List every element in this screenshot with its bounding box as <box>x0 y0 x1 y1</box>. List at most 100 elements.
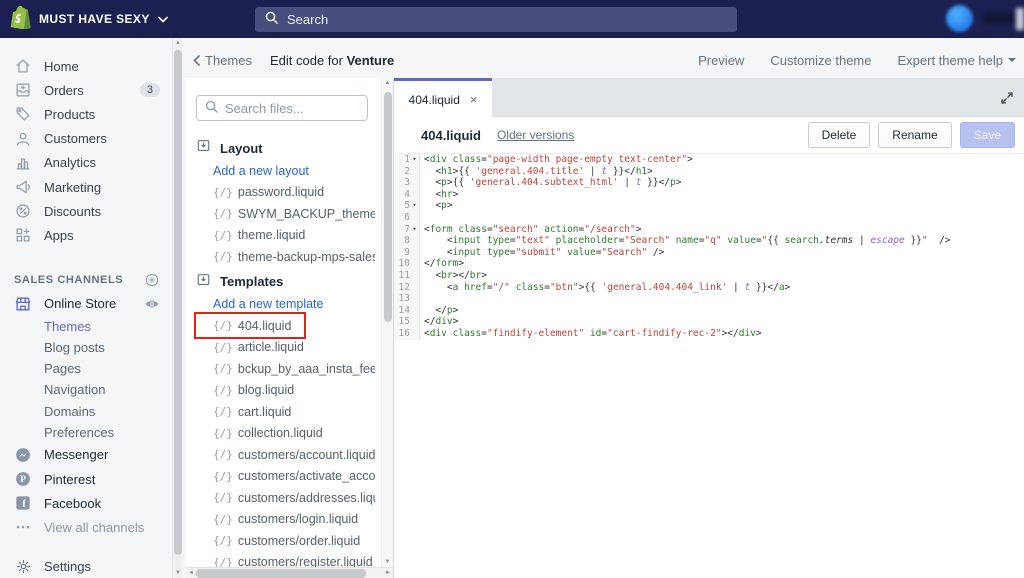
file-bckup-by-aaa-insta-feed-inde[interactable]: {/}bckup_by_aaa_insta_feed_inde <box>186 358 381 380</box>
file-customers-activate-account-liq[interactable]: {/}customers/activate_account.liq <box>186 466 381 488</box>
rename-button[interactable]: Rename <box>878 122 951 148</box>
sidebar-scroll-thumb[interactable] <box>174 50 182 555</box>
file-scroll-thumb[interactable] <box>384 92 392 322</box>
code-line-1[interactable]: <div class="page-width page-empty text-c… <box>420 154 1024 166</box>
file-password-liquid[interactable]: {/}password.liquid <box>186 182 381 204</box>
line-number: 9 <box>394 247 419 259</box>
expand-editor-icon[interactable] <box>998 89 1016 107</box>
sidebar-item-analytics[interactable]: Analytics <box>0 151 172 175</box>
file-name: customers/addresses.liquid <box>238 491 375 505</box>
sidebar-item-discounts[interactable]: Discounts <box>0 199 172 223</box>
file-name: bckup_by_aaa_insta_feed_inde <box>238 362 375 376</box>
delete-button[interactable]: Delete <box>808 122 871 148</box>
sidebar-item-home[interactable]: Home <box>0 54 172 78</box>
code-line-14[interactable]: </p> <box>420 305 1024 317</box>
older-versions-link[interactable]: Older versions <box>497 128 574 142</box>
code-line-11[interactable]: <br></br> <box>420 270 1024 282</box>
code-line-6[interactable] <box>420 212 1024 224</box>
store-switcher[interactable]: MUST HAVE SEXY <box>10 0 168 38</box>
sidebar-item-settings[interactable]: Settings <box>0 554 172 578</box>
code-line-4[interactable]: <hr> <box>420 189 1024 201</box>
code-line-3[interactable]: <p>{{ 'general.404.subtext_html' | t }}<… <box>420 177 1024 189</box>
user-avatar[interactable] <box>946 5 973 32</box>
sidebar-item-pages[interactable]: Pages <box>0 358 172 379</box>
sidebar-scrollbar[interactable]: ▲ ▼ <box>172 38 182 578</box>
sidebar-item-online-store[interactable]: Online Store <box>0 292 172 316</box>
sidebar-item-marketing[interactable]: Marketing <box>0 175 172 199</box>
code-line-16[interactable]: <div class="findify-element" id="cart-fi… <box>420 328 1024 340</box>
liquid-file-icon: {/} <box>213 491 233 504</box>
scroll-right-icon[interactable]: ► <box>383 568 393 578</box>
chevron-left-icon <box>193 55 200 66</box>
code-line-10[interactable]: </form> <box>420 258 1024 270</box>
sidebar-item-facebook[interactable]: fFacebook <box>0 491 172 515</box>
preview-button[interactable]: Preview <box>698 53 744 68</box>
file-list-hscrollbar[interactable]: ◄ ► <box>186 567 393 578</box>
file-customers-addresses-liquid[interactable]: {/} customers/addresses.liquid <box>186 487 381 509</box>
file-swym-backup-theme-liquid[interactable]: {/}SWYM_BACKUP_theme.liquid <box>186 203 381 225</box>
file-cart-liquid[interactable]: {/}cart.liquid <box>186 401 381 423</box>
code-line-12[interactable]: <a href="/" class="btn">{{ 'general.404.… <box>420 282 1024 294</box>
add-a-new-template-link[interactable]: Add a new template <box>186 294 381 316</box>
scroll-down-icon[interactable]: ▼ <box>382 559 393 565</box>
file-customers-login-liquid[interactable]: {/}customers/login.liquid <box>186 509 381 531</box>
scroll-up-icon[interactable]: ▲ <box>382 80 393 86</box>
file-search-input[interactable]: Search files... <box>196 95 368 121</box>
code-area[interactable]: 1▾2345▾67▾8910111213141516 <div class="p… <box>394 154 1024 340</box>
eye-icon[interactable] <box>144 296 160 312</box>
tab-404-liquid[interactable]: 404.liquid × <box>394 78 492 118</box>
sidebar-item-themes[interactable]: Themes <box>0 316 172 337</box>
fold-slot <box>410 189 419 201</box>
sidebar-item-preferences[interactable]: Preferences <box>0 422 172 443</box>
file-404-liquid[interactable]: {/}404.liquid <box>186 315 381 337</box>
file-list-scrollbar[interactable]: ▲ ▼ <box>381 78 393 567</box>
fold-arrow-icon[interactable]: ▾ <box>410 154 419 166</box>
scroll-down-icon[interactable]: ▼ <box>173 570 183 576</box>
file-collection-liquid[interactable]: {/}collection.liquid <box>186 423 381 445</box>
global-search-input[interactable]: Search <box>255 7 737 32</box>
sidebar-item-messenger[interactable]: Messenger <box>0 443 172 467</box>
file-theme-backup-mps-sales-not[interactable]: {/}theme-backup-mps-sales-not <box>186 246 381 268</box>
file-hscroll-thumb[interactable] <box>196 569 366 578</box>
fold-arrow-icon[interactable]: ▾ <box>410 224 419 236</box>
file-customers-order-liquid[interactable]: {/}customers/order.liquid <box>186 530 381 552</box>
code-line-2[interactable]: <h1>{{ 'general.404.title' | t }}</h1> <box>420 166 1024 178</box>
file-name: 404.liquid <box>238 319 292 333</box>
file-customers-register-liquid[interactable]: {/}customers/register.liquid <box>186 552 381 568</box>
code-line-8[interactable]: <input type="text" placeholder="Search" … <box>420 235 1024 247</box>
sidebar-item-orders[interactable]: Orders3 <box>0 78 172 102</box>
code-content[interactable]: <div class="page-width page-empty text-c… <box>420 154 1024 340</box>
line-number: 4 <box>394 189 419 201</box>
code-line-9[interactable]: <input type="submit" value="Search" /> <box>420 247 1024 259</box>
code-line-15[interactable]: </div> <box>420 316 1024 328</box>
expert-theme-help-button[interactable]: Expert theme help <box>897 53 1016 68</box>
code-line-13[interactable] <box>420 293 1024 305</box>
sidebar-item-apps[interactable]: Apps <box>0 223 172 247</box>
fold-arrow-icon[interactable]: ▾ <box>410 200 419 212</box>
pinterest-icon: P <box>14 470 32 488</box>
file-customers-account-liquid[interactable]: {/}customers/account.liquid <box>186 444 381 466</box>
file-search-placeholder: Search files... <box>225 101 304 116</box>
close-tab-icon[interactable]: × <box>470 93 478 106</box>
scroll-left-icon[interactable]: ◄ <box>186 568 196 578</box>
sidebar-item-blog-posts[interactable]: Blog posts <box>0 337 172 358</box>
sidebar-item-products[interactable]: Products <box>0 102 172 126</box>
sidebar-item-navigation[interactable]: Navigation <box>0 379 172 400</box>
file-theme-liquid[interactable]: {/}theme.liquid <box>186 225 381 247</box>
add-a-new-layout-link[interactable]: Add a new layout <box>186 160 381 182</box>
save-button[interactable]: Save <box>960 122 1015 148</box>
open-file-name: 404.liquid <box>421 128 481 143</box>
code-line-5[interactable]: <p> <box>420 200 1024 212</box>
file-blog-liquid[interactable]: {/}blog.liquid <box>186 380 381 402</box>
sidebar-item-domains[interactable]: Domains <box>0 400 172 421</box>
breadcrumb-back[interactable]: Themes <box>193 53 252 68</box>
sidebar-item-customers[interactable]: Customers <box>0 127 172 151</box>
caret-down-icon <box>1008 58 1016 62</box>
add-channel-icon[interactable] <box>144 272 160 288</box>
customize-theme-button[interactable]: Customize theme <box>770 53 871 68</box>
section-layout: Layout <box>186 136 381 160</box>
sidebar-item-view-all-channels[interactable]: View all channels <box>0 515 172 539</box>
file-article-liquid[interactable]: {/}article.liquid <box>186 337 381 359</box>
sidebar-item-pinterest[interactable]: PPinterest <box>0 467 172 491</box>
code-line-7[interactable]: <form class="search" action="/search"> <box>420 224 1024 236</box>
